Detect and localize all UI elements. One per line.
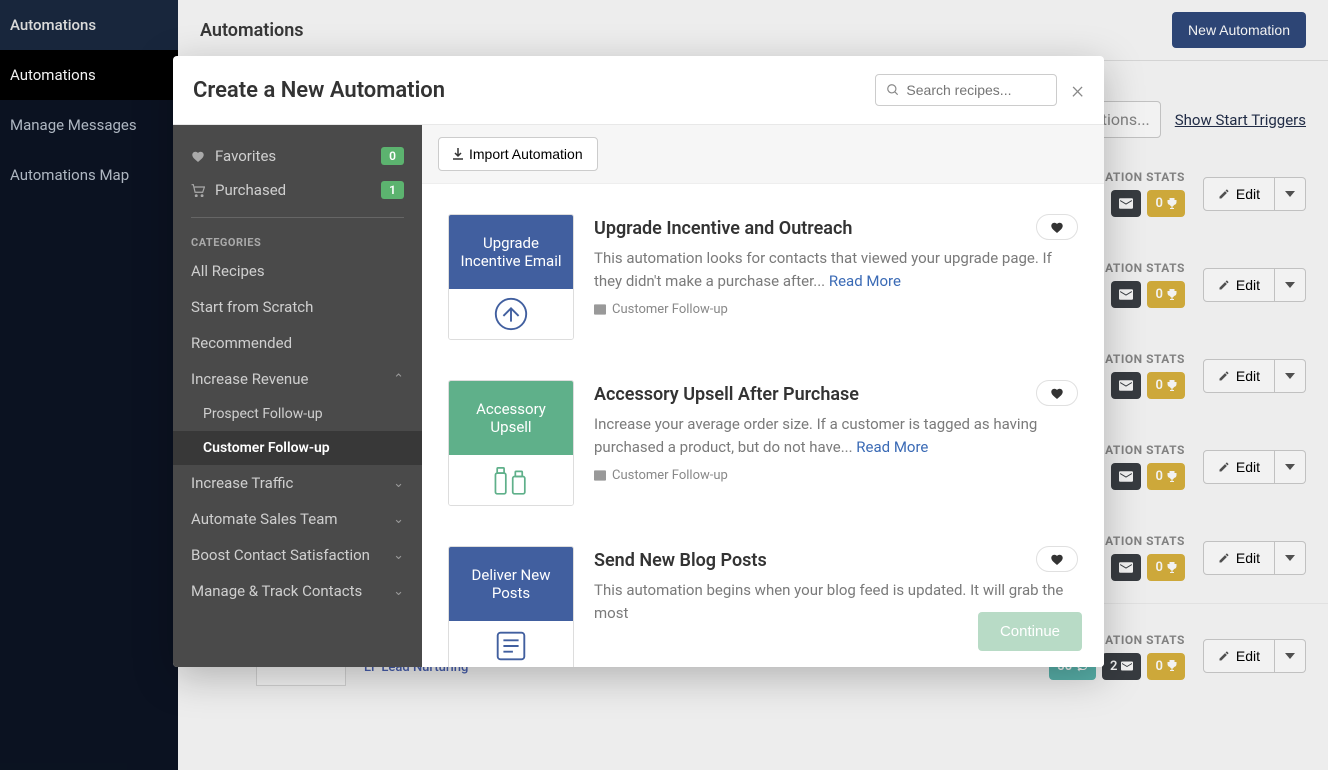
heart-icon (1050, 221, 1064, 233)
chevron-down-icon: ⌄ (393, 548, 404, 563)
sidebar-purchased[interactable]: Purchased 1 (173, 173, 422, 207)
download-icon (453, 148, 463, 160)
heart-icon (1050, 553, 1064, 565)
subcategory-customer-follow-up[interactable]: Customer Follow-up (173, 431, 422, 465)
read-more-link[interactable]: Read More (829, 272, 901, 290)
category-start-from-scratch[interactable]: Start from Scratch (173, 289, 422, 325)
recipe-panel: Import Automation Upgrade Incentive Emai… (422, 125, 1104, 667)
category-increase-revenue[interactable]: Increase Revenue⌃ (173, 361, 422, 397)
cart-icon (191, 184, 205, 197)
favorite-button[interactable] (1036, 546, 1078, 572)
chevron-down-icon: ⌄ (393, 584, 404, 599)
favorite-button[interactable] (1036, 380, 1078, 406)
recipe-title[interactable]: Send New Blog Posts (594, 550, 1078, 571)
category-manage-track-contacts[interactable]: Manage & Track Contacts⌄ (173, 573, 422, 609)
modal-sidebar: Favorites 0 Purchased 1 CATEGORIES All R… (173, 125, 422, 667)
recipe-tag: Customer Follow-up (594, 468, 1078, 483)
sidebar-favorites[interactable]: Favorites 0 (173, 139, 422, 173)
recipe-title[interactable]: Upgrade Incentive and Outreach (594, 218, 1078, 239)
chevron-down-icon: ⌄ (393, 476, 404, 491)
heart-icon (191, 150, 205, 162)
recipe-description: This automation looks for contacts that … (594, 247, 1078, 292)
chevron-down-icon: ⌄ (393, 512, 404, 527)
category-increase-traffic[interactable]: Increase Traffic⌄ (173, 465, 422, 501)
continue-button[interactable]: Continue (978, 612, 1082, 651)
category-boost-contact-satisfaction[interactable]: Boost Contact Satisfaction⌄ (173, 537, 422, 573)
import-automation-button[interactable]: Import Automation (438, 137, 598, 171)
category-automate-sales-team[interactable]: Automate Sales Team⌄ (173, 501, 422, 537)
recipe-item: Upgrade Incentive Email Upgrade Incentiv… (422, 194, 1104, 360)
subcategory-prospect-follow-up[interactable]: Prospect Follow-up (173, 397, 422, 431)
recipe-thumbnail[interactable]: Accessory Upsell (448, 380, 574, 506)
recipe-thumbnail[interactable]: Deliver New Posts (448, 546, 574, 667)
create-automation-modal: Create a New Automation × Favorites 0 (173, 56, 1104, 667)
purchased-count-badge: 1 (381, 181, 404, 199)
modal-title: Create a New Automation (193, 78, 445, 103)
read-more-link[interactable]: Read More (856, 438, 928, 456)
heart-icon (1050, 387, 1064, 399)
recipe-thumbnail[interactable]: Upgrade Incentive Email (448, 214, 574, 340)
recipe-tag: Customer Follow-up (594, 302, 1078, 317)
favorite-button[interactable] (1036, 214, 1078, 240)
close-icon[interactable]: × (1071, 76, 1084, 104)
category-all-recipes[interactable]: All Recipes (173, 253, 422, 289)
recipe-item: Accessory Upsell Accessory Upsell After … (422, 360, 1104, 526)
recipe-search-input[interactable] (875, 74, 1057, 106)
search-icon (886, 83, 900, 97)
recipe-title[interactable]: Accessory Upsell After Purchase (594, 384, 1078, 405)
recipe-search-field[interactable] (906, 82, 1046, 98)
chevron-up-icon: ⌃ (393, 372, 404, 387)
favorites-count-badge: 0 (381, 147, 404, 165)
categories-heading: CATEGORIES (173, 228, 422, 253)
category-recommended[interactable]: Recommended (173, 325, 422, 361)
recipe-description: Increase your average order size. If a c… (594, 413, 1078, 458)
